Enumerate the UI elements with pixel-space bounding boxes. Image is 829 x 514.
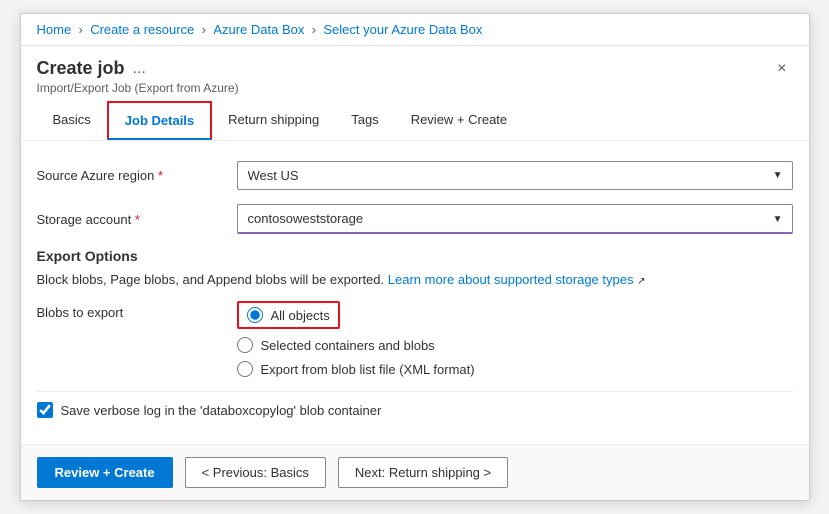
radio-blob-list-file-item: Export from blob list file (XML format) [237,361,793,377]
storage-account-label: Storage account * [37,212,237,227]
tab-job-details[interactable]: Job Details [107,101,212,140]
export-options-title: Export Options [37,248,793,264]
dialog-footer: Review + Create < Previous: Basics Next:… [21,444,809,500]
radio-selected-containers-label: Selected containers and blobs [261,338,435,353]
dialog-header: Create job ... Import/Export Job (Export… [21,46,809,101]
breadcrumb-select-data-box[interactable]: Select your Azure Data Box [323,22,482,37]
previous-button[interactable]: < Previous: Basics [185,457,326,488]
storage-account-row: Storage account * contosoweststorage ▼ [37,204,793,234]
breadcrumb: Home › Create a resource › Azure Data Bo… [21,14,809,46]
next-button[interactable]: Next: Return shipping > [338,457,508,488]
radio-all-objects-label: All objects [271,308,330,323]
dialog-ellipsis-button[interactable]: ... [133,60,146,78]
export-options-section: Export Options Block blobs, Page blobs, … [37,248,793,377]
storage-account-select[interactable]: contosoweststorage [237,204,793,234]
source-region-row: Source Azure region * West US ▼ [37,161,793,190]
tab-basics[interactable]: Basics [37,101,107,140]
dialog-title: Create job [37,58,125,79]
source-region-label: Source Azure region * [37,168,237,183]
tab-return-shipping[interactable]: Return shipping [212,101,335,140]
source-region-select[interactable]: West US [237,161,793,190]
export-options-desc: Block blobs, Page blobs, and Append blob… [37,272,793,287]
dialog-subtitle: Import/Export Job (Export from Azure) [37,81,239,95]
tab-bar: Basics Job Details Return shipping Tags … [21,101,809,141]
review-create-button[interactable]: Review + Create [37,457,173,488]
tab-tags[interactable]: Tags [335,101,394,140]
learn-more-link[interactable]: Learn more about supported storage types [388,272,634,287]
blobs-to-export-row: Blobs to export All objects Selected con… [37,301,793,377]
breadcrumb-home[interactable]: Home [37,22,72,37]
breadcrumb-azure-data-box[interactable]: Azure Data Box [213,22,304,37]
tab-review-create[interactable]: Review + Create [395,101,523,140]
close-button[interactable]: × [771,58,792,80]
radio-selected-containers[interactable] [237,337,253,353]
create-job-dialog: Home › Create a resource › Azure Data Bo… [20,13,810,501]
blobs-to-export-label: Blobs to export [37,301,237,320]
external-link-icon: ↗ [637,276,645,287]
radio-all-objects[interactable] [247,307,263,323]
content-area: Source Azure region * West US ▼ Storage … [21,141,809,444]
radio-blob-list-file-label: Export from blob list file (XML format) [261,362,475,377]
radio-selected-containers-item: Selected containers and blobs [237,337,793,353]
verbose-log-checkbox-row: Save verbose log in the 'databoxcopylog'… [37,391,793,428]
verbose-log-label: Save verbose log in the 'databoxcopylog'… [61,403,382,418]
breadcrumb-create-resource[interactable]: Create a resource [90,22,194,37]
radio-all-objects-highlighted: All objects [237,301,340,329]
radio-blob-list-file[interactable] [237,361,253,377]
verbose-log-checkbox[interactable] [37,402,53,418]
